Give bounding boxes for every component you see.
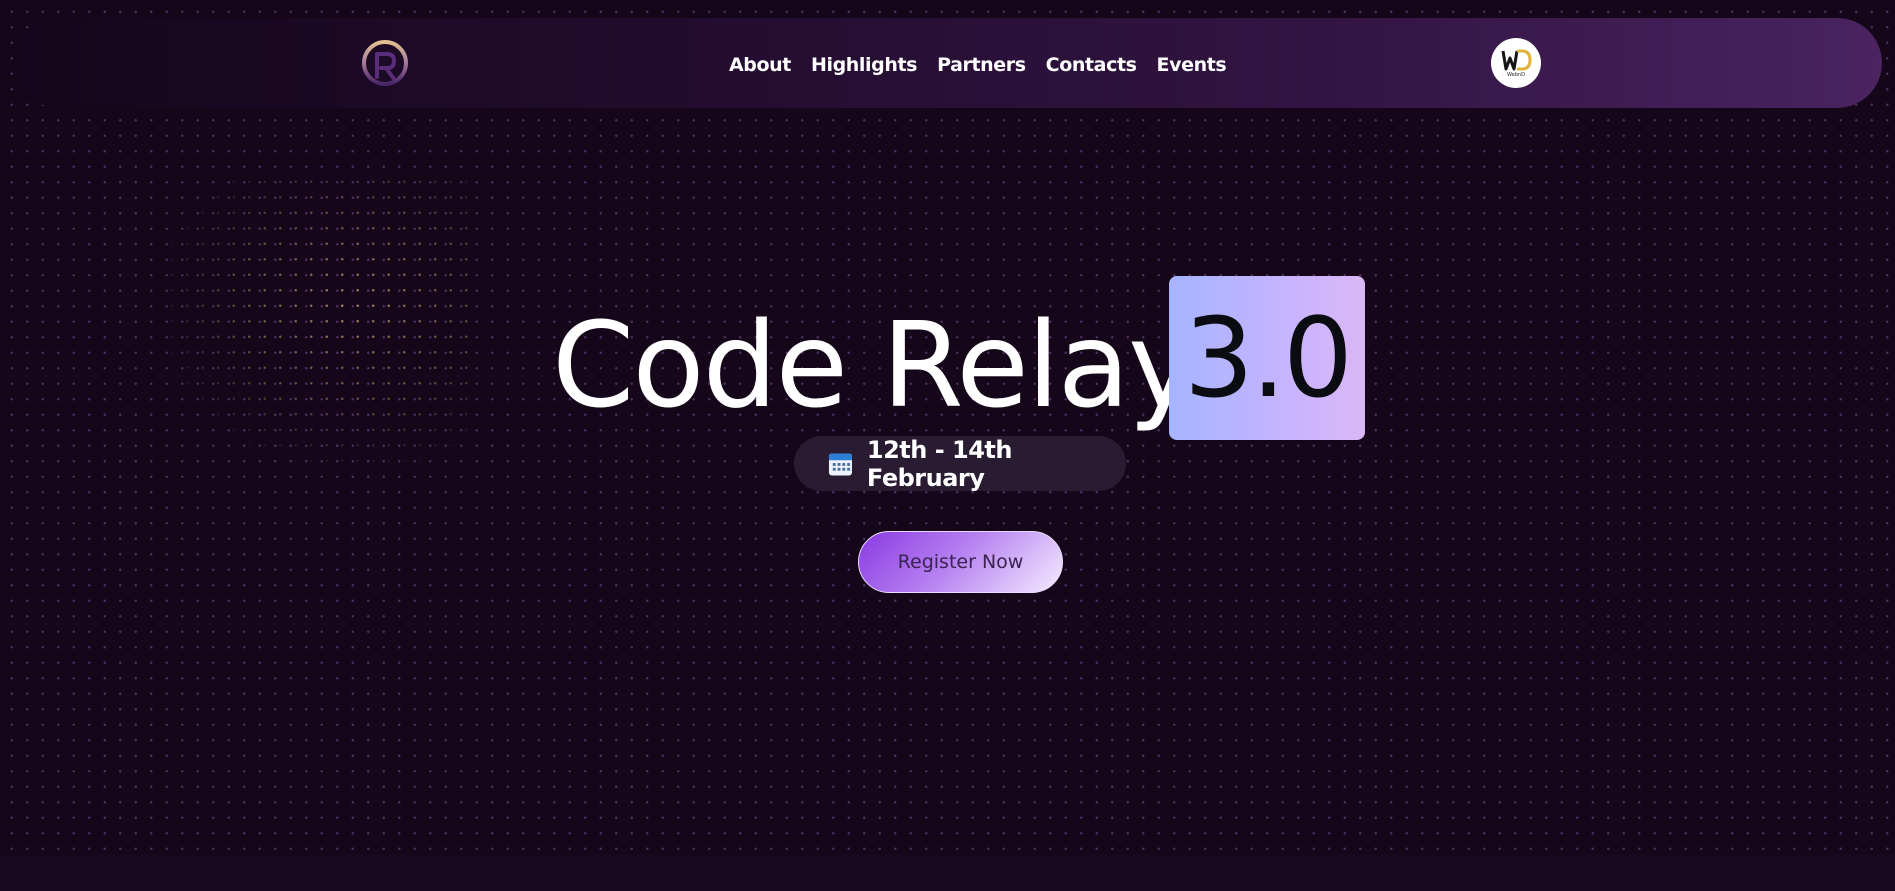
webnd-logo-icon[interactable]: WebnD [1491, 38, 1541, 88]
date-pill: 12th - 14th February [794, 435, 1126, 492]
calendar-icon [828, 452, 852, 475]
nav-link-about[interactable]: About [729, 54, 791, 76]
nav-link-events[interactable]: Events [1157, 54, 1227, 76]
version-text: 3.0 [1184, 294, 1353, 422]
hero-dot-glow [160, 170, 480, 470]
nav-link-contacts[interactable]: Contacts [1046, 54, 1137, 76]
event-date: 12th - 14th February [866, 435, 1013, 492]
webnd-mark-icon [1501, 49, 1532, 71]
version-badge: 3.0 [1169, 276, 1365, 440]
bottom-strip [0, 855, 1895, 891]
partner-logo-text: WebnD [1507, 72, 1525, 78]
hero-title: Code Relay [552, 290, 1198, 440]
register-now-label: Register Now [897, 551, 1024, 573]
nav-links: About Highlights Partners Contacts Event… [729, 50, 1227, 80]
r-ring-logo-icon[interactable] [358, 37, 412, 91]
nav-link-partners[interactable]: Partners [937, 54, 1026, 76]
nav-link-highlights[interactable]: Highlights [811, 54, 917, 76]
hero-title-text: Code Relay [552, 296, 1198, 434]
register-now-button[interactable]: Register Now [858, 531, 1063, 593]
